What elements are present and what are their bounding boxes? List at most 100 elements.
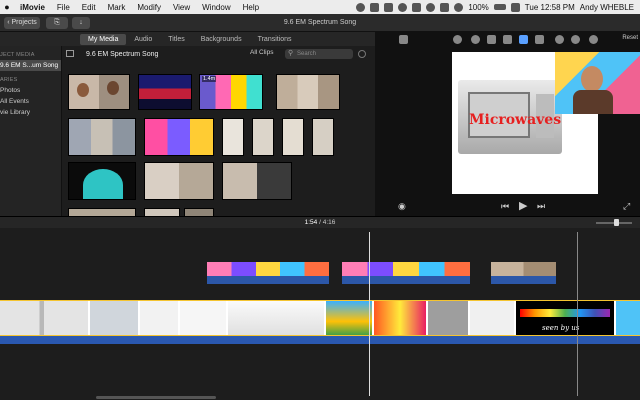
media-clip[interactable]: [276, 74, 340, 110]
tab-transitions[interactable]: Transitions: [250, 34, 300, 45]
projects-button[interactable]: ‹ Projects: [4, 16, 40, 29]
menu-user[interactable]: Andy WHEBLE: [580, 3, 634, 12]
media-clip[interactable]: [282, 118, 304, 156]
stabilization-icon[interactable]: [503, 35, 512, 44]
media-clip[interactable]: [184, 208, 214, 216]
tab-titles[interactable]: Titles: [160, 34, 192, 45]
menu-mark[interactable]: Mark: [102, 3, 132, 12]
sidebar-item-project[interactable]: 9.6 EM S...um Song: [0, 60, 61, 71]
tab-my-media[interactable]: My Media: [80, 33, 127, 45]
media-clip[interactable]: [222, 118, 244, 156]
timeline-clip[interactable]: [140, 301, 178, 335]
settings-gear-icon[interactable]: [358, 50, 366, 58]
skimmer-line: [577, 232, 578, 396]
timeline-clip[interactable]: [0, 301, 88, 335]
speed-icon[interactable]: [555, 35, 564, 44]
media-clip[interactable]: [68, 208, 136, 216]
media-browser: 9.6 EM Spectrum Song All Clips ⚲ Search …: [62, 46, 375, 216]
picture-in-picture-overlay[interactable]: [555, 52, 640, 114]
overlay-clip[interactable]: [207, 262, 329, 284]
timeline-header: 1:54 / 4:16: [0, 216, 640, 228]
status-icon-1[interactable]: [356, 2, 366, 12]
volume-icon[interactable]: [519, 35, 528, 44]
next-icon[interactable]: ⏭: [537, 201, 545, 212]
media-clip[interactable]: [144, 118, 214, 156]
color-correction-icon[interactable]: [471, 35, 480, 44]
search-input[interactable]: ⚲ Search: [285, 49, 353, 59]
battery-percent[interactable]: 100%: [468, 3, 488, 12]
media-clip[interactable]: 1.4m: [199, 74, 263, 110]
microphone-icon[interactable]: ◉: [398, 201, 406, 212]
timeline-clip[interactable]: [616, 301, 640, 335]
clip-filter-icon[interactable]: [571, 35, 580, 44]
timeline-clip[interactable]: [470, 301, 514, 335]
menu-window[interactable]: Window: [196, 3, 236, 12]
timeline-clip[interactable]: [228, 301, 324, 335]
menu-modify[interactable]: Modify: [131, 3, 167, 12]
sidebar-item-photos[interactable]: Photos: [0, 85, 61, 96]
project-title: 9.6 EM Spectrum Song: [283, 19, 357, 26]
menu-clock[interactable]: Tue 12:58 PM: [525, 3, 575, 12]
reset-button[interactable]: Reset: [622, 35, 638, 41]
zoom-slider-knob[interactable]: [614, 219, 619, 226]
menu-app[interactable]: iMovie: [14, 3, 51, 12]
fullscreen-icon[interactable]: ⤢: [623, 201, 630, 212]
media-clip[interactable]: [138, 74, 192, 110]
media-clip[interactable]: [222, 162, 292, 200]
projects-label: Projects: [11, 19, 37, 26]
current-time: 1:54: [304, 219, 318, 226]
timeline-clip[interactable]: [326, 301, 372, 335]
overlay-clip[interactable]: [342, 262, 470, 284]
crop-icon[interactable]: [487, 35, 496, 44]
timeline: seen by us: [0, 228, 640, 400]
zoom-slider[interactable]: [596, 219, 632, 226]
browser-title: 9.6 EM Spectrum Song: [86, 50, 159, 58]
library-sidebar: JECT MEDIA 9.6 EM S...um Song ARIES Phot…: [0, 46, 62, 216]
dropbox-icon[interactable]: [384, 2, 394, 12]
timeline-clip[interactable]: [90, 301, 138, 335]
menu-help[interactable]: Help: [237, 3, 265, 12]
color-balance-icon[interactable]: [453, 35, 462, 44]
media-clip[interactable]: [252, 118, 274, 156]
playhead[interactable]: [369, 232, 370, 396]
status-icon-2[interactable]: [370, 2, 380, 12]
media-clip[interactable]: [68, 162, 136, 200]
media-clip[interactable]: [68, 74, 130, 110]
sidebar-toggle-icon[interactable]: [66, 50, 74, 57]
menu-file[interactable]: File: [51, 3, 76, 12]
info-icon[interactable]: [589, 35, 598, 44]
battery-icon[interactable]: [493, 4, 506, 10]
wifi-icon[interactable]: [454, 2, 464, 12]
status-icon-3[interactable]: [398, 2, 408, 12]
sidebar-item-movie-library[interactable]: vie Library: [0, 107, 61, 118]
overlay-audio: [491, 276, 556, 284]
primary-storyline[interactable]: seen by us: [0, 300, 640, 336]
overlay-clip[interactable]: [491, 262, 556, 284]
menu-view[interactable]: View: [167, 3, 196, 12]
tab-audio[interactable]: Audio: [126, 34, 160, 45]
media-clip[interactable]: [68, 118, 136, 156]
import-button[interactable]: ⎘: [46, 16, 68, 29]
timeline-scrollbar[interactable]: [96, 396, 216, 399]
menu-edit[interactable]: Edit: [76, 3, 102, 12]
media-clip[interactable]: [144, 208, 180, 216]
download-button[interactable]: ↓: [72, 16, 90, 29]
noise-reduction-icon[interactable]: [535, 35, 544, 44]
magic-wand-icon[interactable]: [399, 35, 408, 44]
status-icon-6[interactable]: [440, 2, 450, 12]
timeline-clip[interactable]: [180, 301, 226, 335]
status-icon-4[interactable]: [412, 2, 422, 12]
clip-filter-dropdown[interactable]: All Clips: [250, 49, 273, 56]
sidebar-item-all-events[interactable]: All Events: [0, 96, 61, 107]
tab-backgrounds[interactable]: Backgrounds: [193, 34, 250, 45]
status-icon-5[interactable]: [426, 2, 436, 12]
media-clip[interactable]: [144, 162, 214, 200]
media-clip[interactable]: [312, 118, 334, 156]
timeline-clip[interactable]: [374, 301, 426, 335]
play-icon[interactable]: ▶: [519, 199, 527, 212]
timeline-clip[interactable]: [428, 301, 468, 335]
flag-icon[interactable]: [510, 2, 520, 12]
apple-menu-icon[interactable]: ●: [0, 2, 14, 12]
timeline-clip[interactable]: seen by us: [516, 301, 614, 335]
previous-icon[interactable]: ⏮: [501, 201, 509, 212]
